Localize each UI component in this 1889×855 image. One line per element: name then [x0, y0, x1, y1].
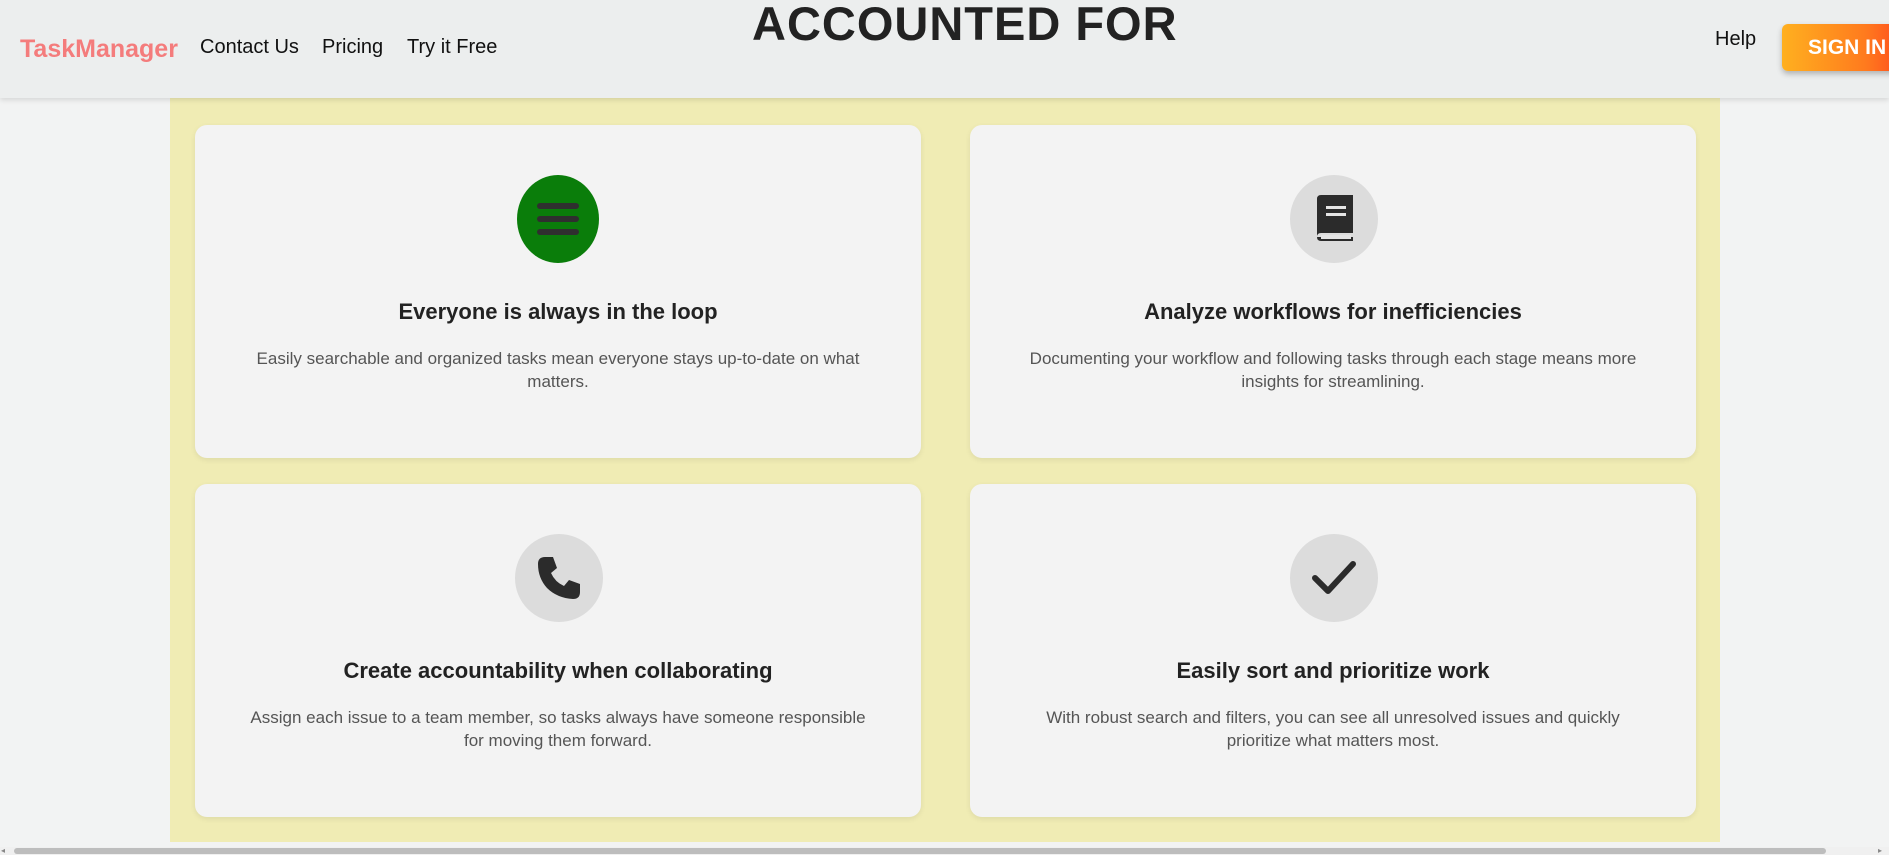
nav-try-it-free[interactable]: Try it Free — [407, 36, 497, 59]
nav-contact-us[interactable]: Contact Us — [200, 36, 299, 59]
list-icon — [517, 175, 599, 263]
feature-description: With robust search and filters, you can … — [1046, 708, 1620, 750]
phone-icon — [515, 534, 603, 622]
page-title: ACCOUNTED FOR — [752, 0, 1178, 50]
checkmark-icon — [1290, 534, 1378, 622]
feature-description: Easily searchable and organized tasks me… — [256, 349, 860, 391]
sign-in-button[interactable]: SIGN IN — [1782, 24, 1889, 71]
scrollbar-thumb[interactable] — [14, 848, 1826, 854]
scroll-left-icon[interactable]: ◂ — [1, 847, 5, 855]
top-navigation-bar: TaskManager Contact Us Pricing Try it Fr… — [0, 0, 1889, 98]
feature-description: Assign each issue to a team member, so t… — [250, 708, 866, 750]
horizontal-scrollbar[interactable]: ◂ ▸ — [0, 847, 1889, 855]
nav-help[interactable]: Help — [1715, 28, 1756, 51]
feature-card: Analyze workflows for inefficiencies Doc… — [970, 125, 1696, 458]
feature-card: Everyone is always in the loop Easily se… — [195, 125, 921, 458]
feature-title: Analyze workflows for inefficiencies — [1144, 299, 1522, 324]
brand-logo[interactable]: TaskManager — [20, 35, 178, 64]
feature-title: Easily sort and prioritize work — [1176, 658, 1490, 683]
feature-card: Create accountability when collaborating… — [195, 484, 921, 817]
feature-title: Everyone is always in the loop — [398, 299, 718, 324]
nav-pricing[interactable]: Pricing — [322, 36, 383, 59]
feature-title: Create accountability when collaborating — [343, 658, 773, 683]
feature-card: Easily sort and prioritize work With rob… — [970, 484, 1696, 817]
scroll-right-icon[interactable]: ▸ — [1878, 847, 1882, 855]
book-icon — [1290, 175, 1378, 263]
feature-description: Documenting your workflow and following … — [1029, 349, 1637, 391]
